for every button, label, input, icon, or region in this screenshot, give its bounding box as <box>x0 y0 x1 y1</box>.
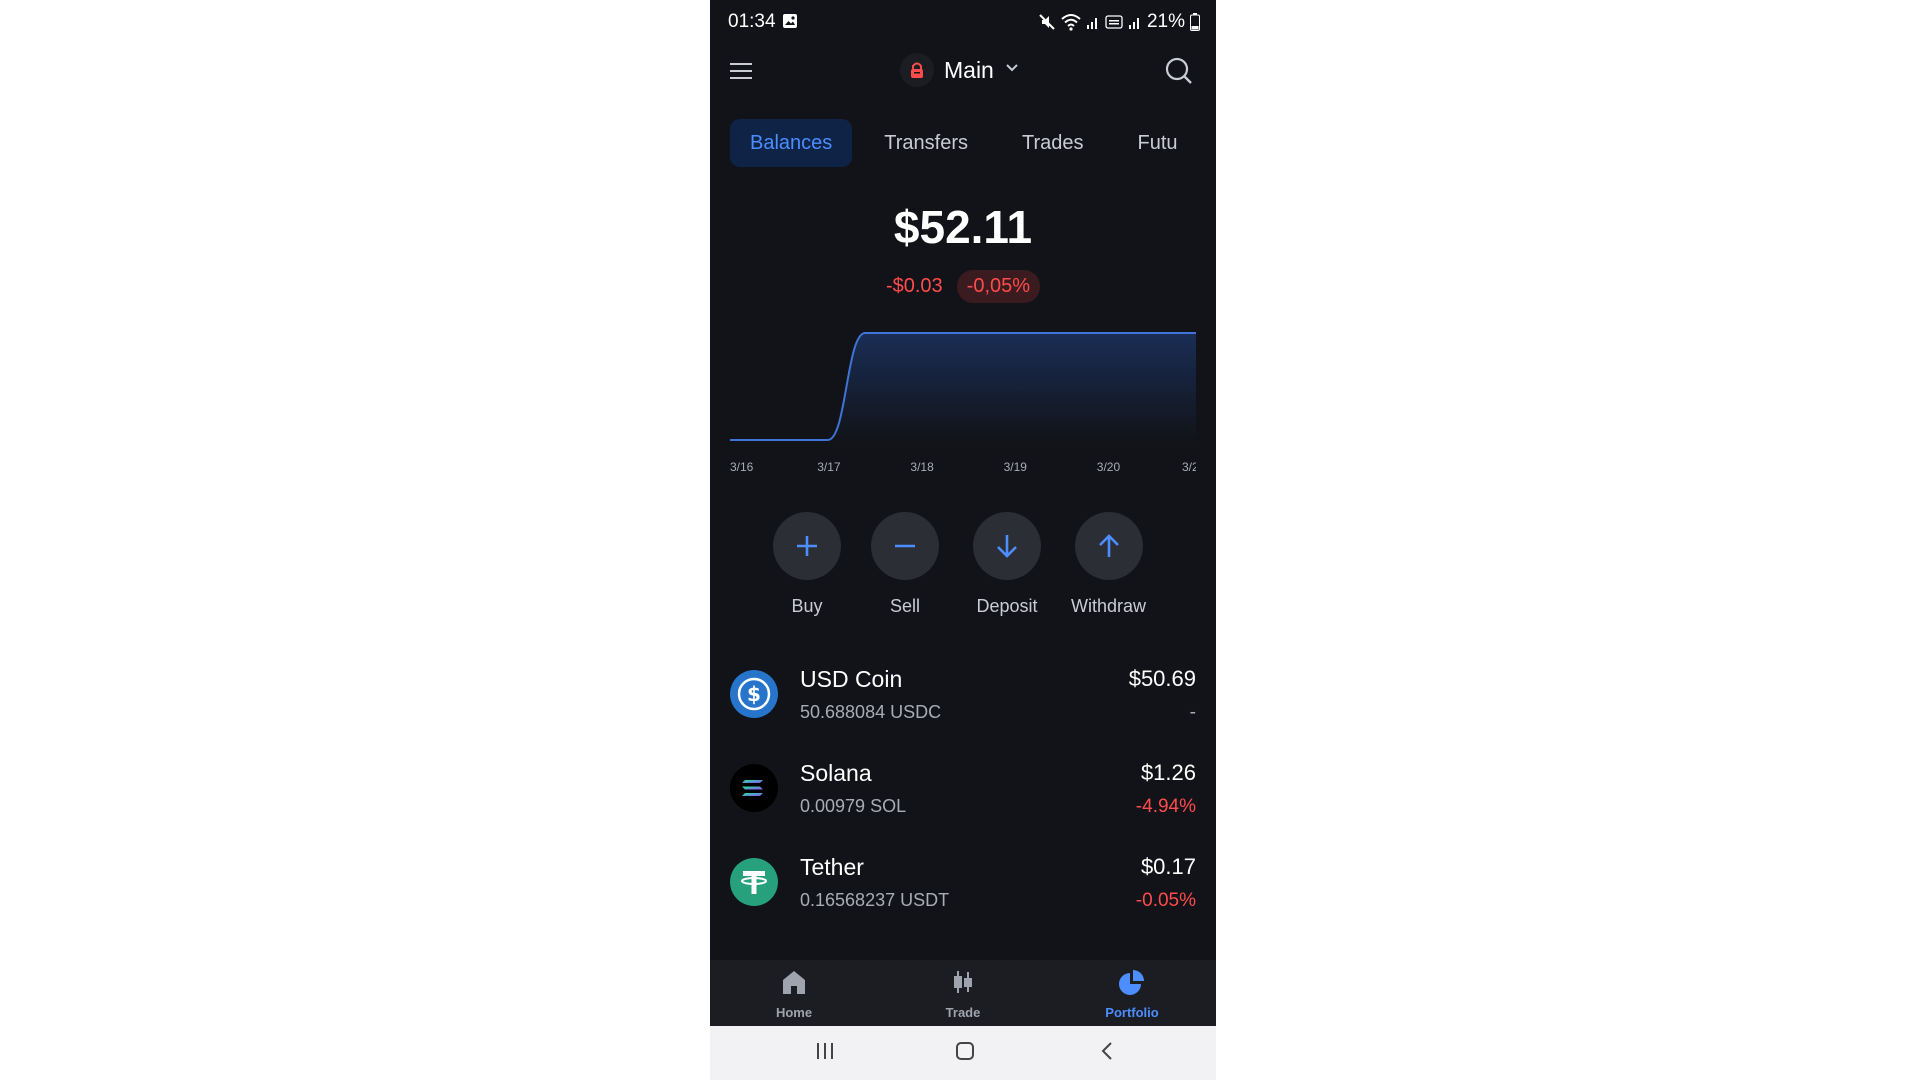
nav-portfolio[interactable]: Portfolio <box>1072 968 1192 1020</box>
nav-trade-label: Trade <box>945 1005 981 1020</box>
withdraw-label: Withdraw <box>1071 596 1147 616</box>
arrow-up-icon <box>1074 512 1143 580</box>
tab-bar: Balances Transfers Trades Futu <box>730 118 1198 168</box>
x-tick-label: 3/19 <box>1004 460 1028 474</box>
recent-apps-icon[interactable] <box>814 1040 836 1067</box>
balance-chart[interactable]: 3/16 3/17 3/18 3/19 3/20 3/21 <box>730 325 1196 475</box>
svg-text:$: $ <box>747 682 761 706</box>
signal-icon <box>1086 14 1100 30</box>
x-tick-label: 3/17 <box>817 460 841 474</box>
x-tick-label: 3/20 <box>1097 460 1121 474</box>
lock-icon <box>900 53 934 87</box>
solana-icon <box>730 764 778 812</box>
asset-change: -0.05% <box>1135 890 1196 911</box>
plus-icon <box>773 512 841 580</box>
image-icon <box>782 13 798 34</box>
nav-home-label: Home <box>775 1005 813 1020</box>
account-name: Main <box>944 56 994 83</box>
pie-chart-icon <box>1117 968 1147 1001</box>
app-header: Main <box>710 44 1216 96</box>
buy-label: Buy <box>791 596 823 616</box>
signal-icon <box>1128 14 1142 30</box>
battery-icon <box>1190 13 1200 31</box>
asset-name: Tether <box>800 854 864 880</box>
asset-value: $1.26 <box>1140 760 1196 785</box>
deposit-button[interactable]: Deposit <box>973 512 1041 617</box>
minus-icon <box>871 512 939 580</box>
mute-icon <box>1038 13 1056 31</box>
asset-amount: 50.688084 USDC <box>800 702 942 722</box>
asset-name: USD Coin <box>800 666 903 692</box>
tab-trades[interactable]: Trades <box>1002 119 1104 167</box>
asset-name: Solana <box>800 760 872 786</box>
account-selector[interactable]: Main <box>900 52 1020 88</box>
change-percent-badge: -0,05% <box>956 270 1041 303</box>
x-tick-label: 3/16 <box>730 460 754 474</box>
system-nav-bar <box>710 1026 1216 1080</box>
battery-percent: 21% <box>1146 11 1185 32</box>
change-absolute: -$0.03 <box>885 275 943 297</box>
status-icons: 21% <box>1038 11 1200 33</box>
back-icon[interactable] <box>1096 1040 1118 1067</box>
status-bar: 01:34 21% <box>710 0 1216 44</box>
home-icon <box>779 968 809 1001</box>
sell-button[interactable]: Sell <box>871 512 939 617</box>
nav-portfolio-label: Portfolio <box>1105 1005 1159 1020</box>
x-tick-label: 3/21 <box>1182 460 1196 474</box>
tether-icon <box>730 858 778 906</box>
tab-futures[interactable]: Futu <box>1118 119 1198 167</box>
tab-transfers[interactable]: Transfers <box>864 119 988 167</box>
chevron-down-icon <box>1004 61 1020 79</box>
total-balance: $52.11 <box>893 201 1033 253</box>
balance-change: -$0.03 -0,05% <box>710 270 1216 303</box>
nav-trade[interactable]: Trade <box>903 968 1023 1020</box>
chart-area-fill <box>730 333 1196 443</box>
hamburger-icon[interactable] <box>728 60 754 82</box>
asset-row-solana[interactable]: Solana 0.00979 SOL $1.26 -4.94% <box>710 754 1216 834</box>
asset-row-tether[interactable]: Tether 0.16568237 USDT $0.17 -0.05% <box>710 848 1216 928</box>
action-buttons: Buy Sell Deposit Withdraw <box>710 512 1216 622</box>
home-button-icon[interactable] <box>954 1040 976 1067</box>
candlestick-icon <box>948 968 978 1001</box>
phone-screen: 01:34 21% Main Balances Transfers Trades… <box>710 0 1216 1080</box>
status-time: 01:34 <box>728 11 776 32</box>
deposit-label: Deposit <box>976 596 1038 616</box>
x-tick-label: 3/18 <box>910 460 934 474</box>
asset-value: $50.69 <box>1128 666 1196 691</box>
asset-amount: 0.00979 SOL <box>800 796 907 816</box>
nav-home[interactable]: Home <box>734 968 854 1020</box>
arrow-down-icon <box>973 512 1041 580</box>
asset-value: $0.17 <box>1140 854 1196 879</box>
tab-balances[interactable]: Balances <box>730 119 853 167</box>
bottom-nav: Home Trade Portfolio <box>710 960 1216 1026</box>
volte-icon <box>1105 14 1123 30</box>
asset-change: -4.94% <box>1135 796 1196 817</box>
asset-row-usdc[interactable]: $ USD Coin 50.688084 USDC $50.69 - <box>710 660 1216 740</box>
search-icon[interactable] <box>1164 56 1194 86</box>
sell-label: Sell <box>889 596 920 616</box>
asset-change: - <box>1189 702 1196 723</box>
usdc-icon: $ <box>730 670 778 718</box>
asset-amount: 0.16568237 USDT <box>800 890 950 910</box>
buy-button[interactable]: Buy <box>773 512 841 617</box>
wifi-icon <box>1061 13 1081 31</box>
withdraw-button[interactable]: Withdraw <box>1071 512 1146 617</box>
